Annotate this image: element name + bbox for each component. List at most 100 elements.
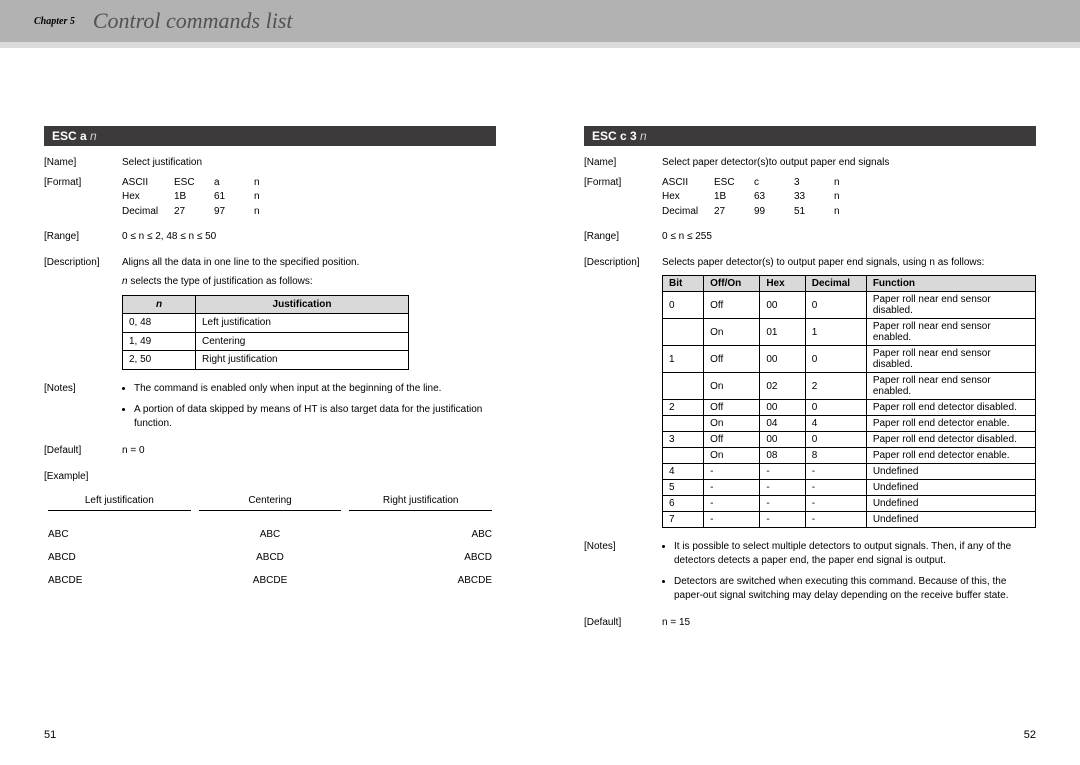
bt-cell (663, 416, 704, 432)
bt-cell: On (704, 373, 760, 400)
fmt-cell: n (254, 176, 294, 190)
jt-cell: Left justification (196, 314, 409, 333)
bt-cell: On (704, 448, 760, 464)
example-row: [Example] (44, 470, 496, 484)
cmd-title-text: ESC c 3 (592, 129, 640, 143)
bt-cell: Paper roll end detector disabled. (866, 400, 1035, 416)
range-row: [Range] 0 ≤ n ≤ 2, 48 ≤ n ≤ 50 (44, 230, 496, 244)
fmt-cell (294, 190, 334, 204)
bt-cell: Undefined (866, 464, 1035, 480)
note-item: It is possible to select multiple detect… (674, 540, 1036, 567)
ex-head-center: Centering (199, 495, 342, 511)
jt-head-n: n (123, 295, 196, 314)
fmt-cell: Hex (122, 190, 174, 204)
description-row: [Description] Aligns all the data in one… (44, 256, 496, 370)
bt-cell: - (704, 496, 760, 512)
bt-cell: 02 (760, 373, 805, 400)
bt-cell: Undefined (866, 480, 1035, 496)
bt-cell: Paper roll near end sensor disabled. (866, 346, 1035, 373)
notes-label: [Notes] (44, 382, 122, 439)
ex-cell: ABC (44, 523, 195, 546)
ex-cell: ABCD (345, 546, 496, 569)
jt-cell: 1, 49 (123, 332, 196, 351)
bt-cell: 0 (805, 346, 866, 373)
bt-cell (663, 373, 704, 400)
ex-cell: ABCDE (44, 569, 195, 592)
page-number-right: 52 (1024, 729, 1036, 741)
bt-cell: 4 (805, 416, 866, 432)
bt-cell (663, 448, 704, 464)
name-label: [Name] (584, 156, 662, 170)
bt-cell: - (704, 464, 760, 480)
default-value: n = 15 (662, 616, 1036, 630)
bt-cell: - (760, 464, 805, 480)
bt-cell: 0 (805, 432, 866, 448)
fmt-cell: 27 (714, 205, 754, 219)
command-heading-esc-c3: ESC c 3 n (584, 126, 1036, 146)
bt-cell: 2 (805, 373, 866, 400)
jt-cell: 0, 48 (123, 314, 196, 333)
description-value: Aligns all the data in one line to the s… (122, 256, 496, 370)
bt-head: Decimal (805, 276, 866, 292)
cmd-title-param: n (90, 129, 97, 143)
bt-cell: - (805, 464, 866, 480)
description-text: Aligns all the data in one line to the s… (122, 256, 496, 270)
notes-value: The command is enabled only when input a… (122, 382, 496, 439)
justification-table: n Justification 0, 48Left justification … (122, 295, 409, 370)
bt-head: Bit (663, 276, 704, 292)
name-row: [Name] Select justification (44, 156, 496, 170)
bt-cell: Paper roll near end sensor enabled. (866, 319, 1035, 346)
description-label: [Description] (584, 256, 662, 270)
bt-head: Off/On (704, 276, 760, 292)
fmt-cell: Decimal (662, 205, 714, 219)
bt-cell: 04 (760, 416, 805, 432)
example-data-row: ABCD ABCD ABCD (44, 546, 496, 569)
fmt-cell: 27 (174, 205, 214, 219)
range-label: [Range] (584, 230, 662, 244)
jt-cell: 2, 50 (123, 351, 196, 370)
example-headers: Left justification Centering Right justi… (44, 489, 496, 523)
bt-cell: - (760, 512, 805, 528)
default-row: [Default] n = 0 (44, 444, 496, 458)
name-value: Select justification (122, 156, 496, 170)
default-label: [Default] (44, 444, 122, 458)
bt-cell: Paper roll end detector enable. (866, 416, 1035, 432)
fmt-cell: Decimal (122, 205, 174, 219)
bt-head: Hex (760, 276, 805, 292)
fmt-cell: n (834, 176, 874, 190)
description-sub: n selects the type of justification as f… (122, 275, 496, 289)
fmt-cell (294, 176, 334, 190)
bt-cell: 00 (760, 346, 805, 373)
notes-list: The command is enabled only when input a… (134, 382, 496, 431)
format-grid: ASCIIESCan Hex1B61n Decimal2797n (122, 176, 496, 219)
default-label: [Default] (584, 616, 662, 630)
fmt-cell: ASCII (122, 176, 174, 190)
fmt-cell (294, 205, 334, 219)
fmt-cell: n (254, 205, 294, 219)
bt-cell: Off (704, 432, 760, 448)
bt-cell: Undefined (866, 512, 1035, 528)
page-right: ESC c 3 n [Name] Select paper detector(s… (540, 42, 1080, 765)
bt-cell: Undefined (866, 496, 1035, 512)
fmt-cell: 1B (174, 190, 214, 204)
fmt-cell: ESC (714, 176, 754, 190)
ex-cell: ABCDE (195, 569, 346, 592)
bt-cell: 1 (805, 319, 866, 346)
bt-cell: Off (704, 292, 760, 319)
bt-cell: Off (704, 346, 760, 373)
notes-list: It is possible to select multiple detect… (674, 540, 1036, 602)
fmt-cell: 3 (794, 176, 834, 190)
ex-cell: ABCD (195, 546, 346, 569)
fmt-cell: 63 (754, 190, 794, 204)
ex-cell: ABC (345, 523, 496, 546)
bt-cell: 7 (663, 512, 704, 528)
bt-cell: Off (704, 400, 760, 416)
fmt-cell: n (834, 190, 874, 204)
bt-cell: 01 (760, 319, 805, 346)
fmt-cell: n (834, 205, 874, 219)
note-item: Detectors are switched when executing th… (674, 575, 1036, 602)
bt-cell: - (704, 480, 760, 496)
format-row: [Format] ASCIIESCan Hex1B61n Decimal2797… (44, 176, 496, 219)
page-title: Control commands list (93, 8, 293, 34)
bt-cell: Paper roll near end sensor enabled. (866, 373, 1035, 400)
